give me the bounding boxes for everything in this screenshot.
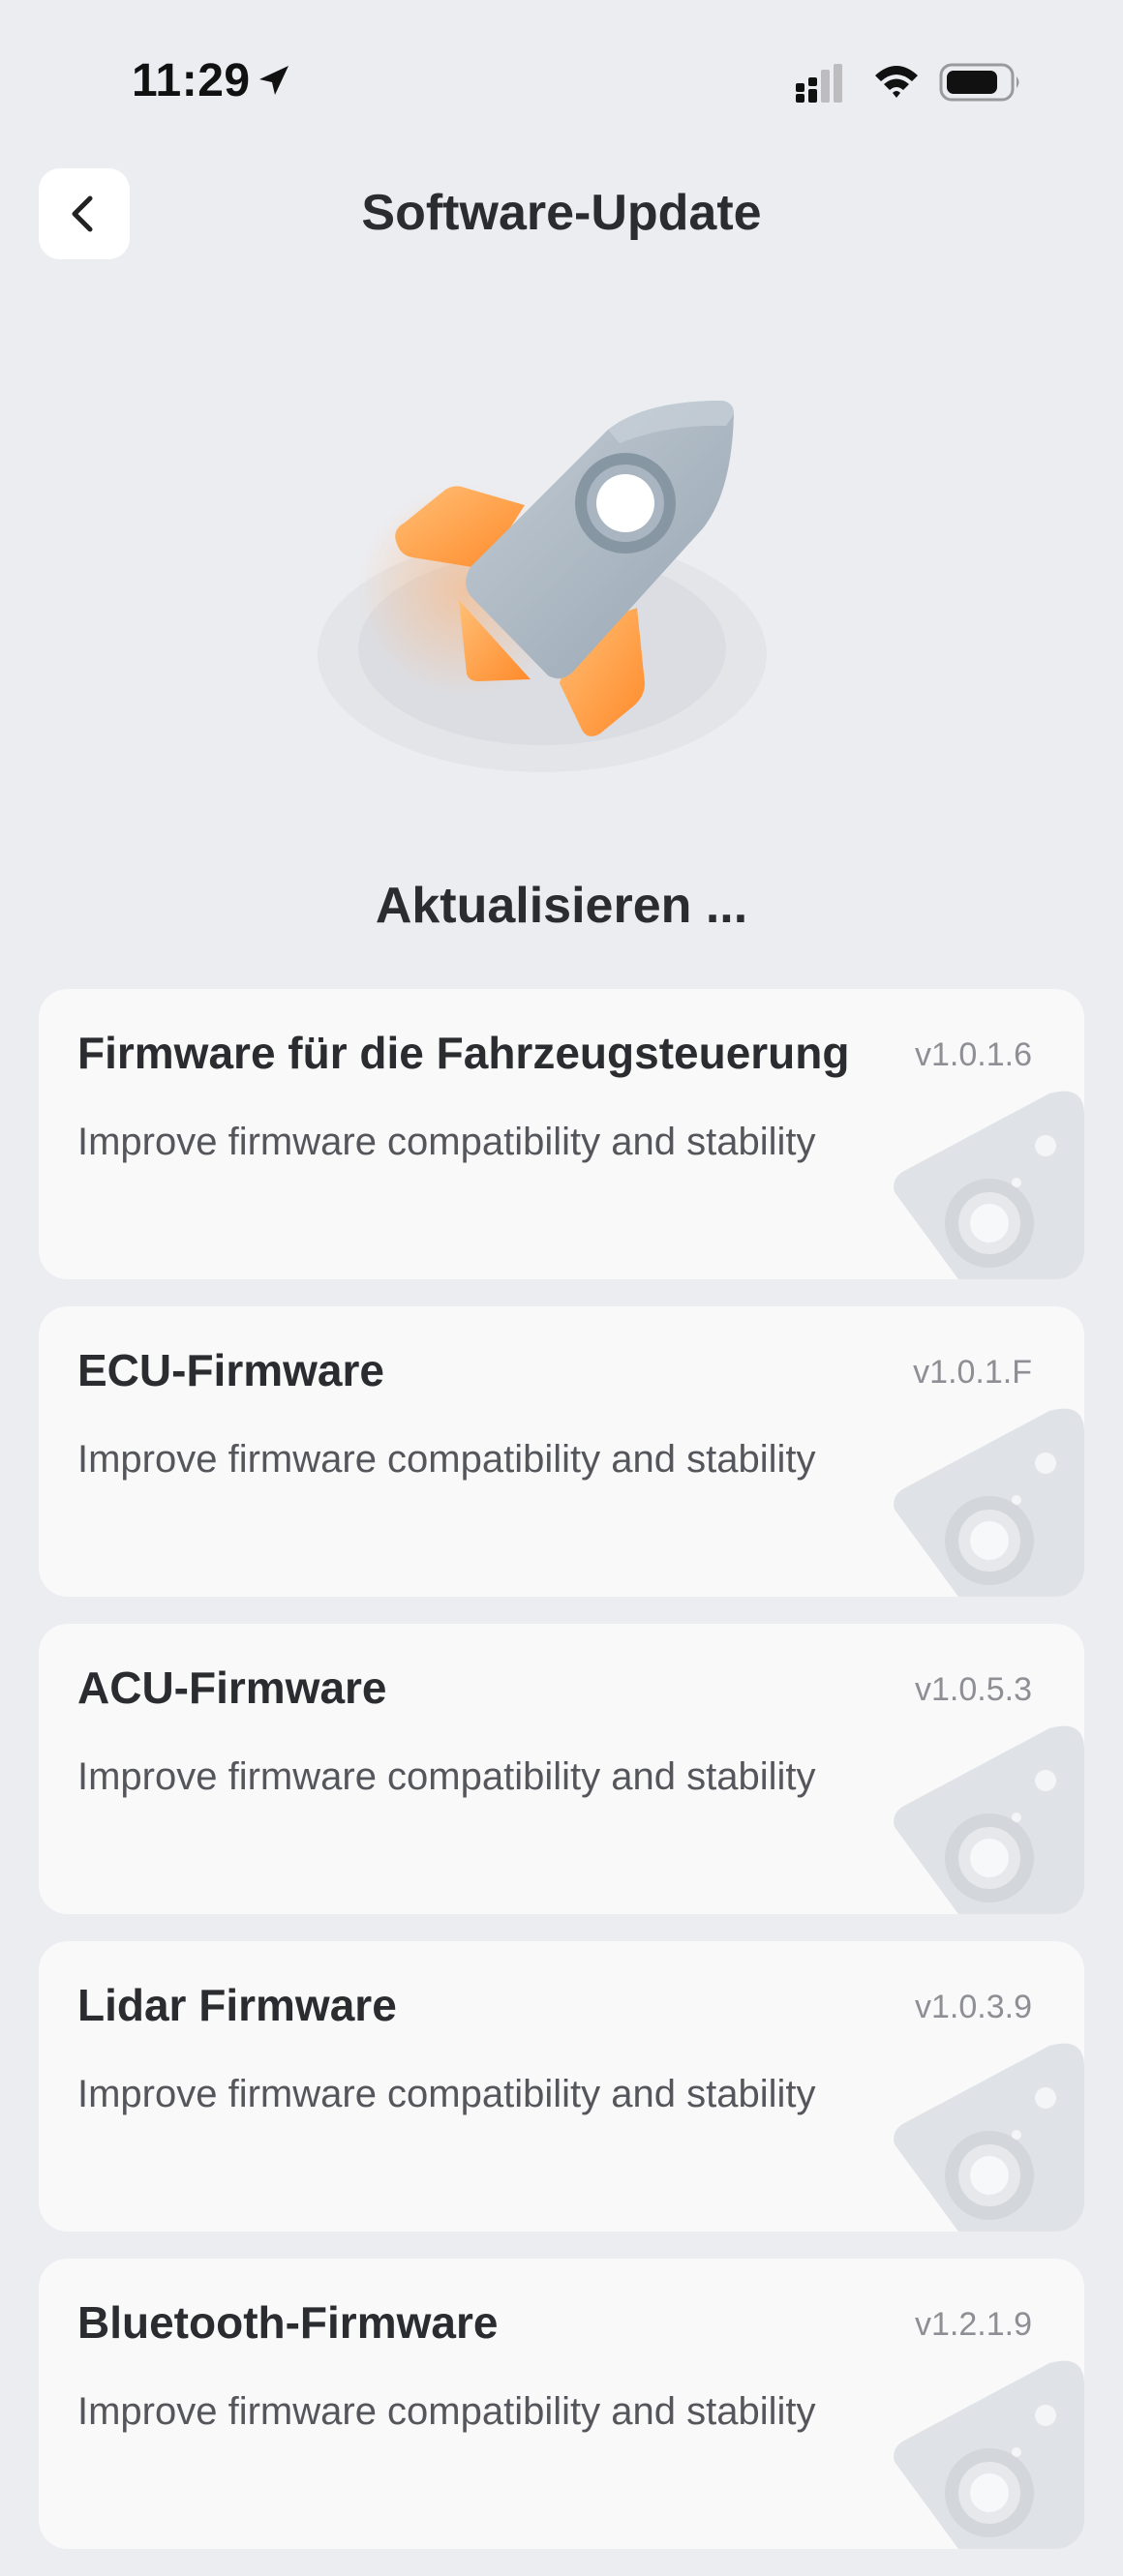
firmware-description: Improve firmware compatibility and stabi… bbox=[77, 1438, 816, 1481]
firmware-card[interactable]: Bluetooth-Firmware v1.2.1.9 Improve firm… bbox=[39, 2259, 1084, 2549]
firmware-description: Improve firmware compatibility and stabi… bbox=[77, 2390, 816, 2433]
firmware-card[interactable]: ACU-Firmware v1.0.5.3 Improve firmware c… bbox=[39, 1624, 1084, 1914]
firmware-description: Improve firmware compatibility and stabi… bbox=[77, 1755, 816, 1798]
firmware-version: v1.0.3.9 bbox=[915, 1989, 1032, 2025]
device-sensor-icon bbox=[894, 2360, 1084, 2549]
location-arrow-icon bbox=[259, 66, 288, 95]
status-time: 11:29 bbox=[132, 55, 251, 106]
device-sensor-icon bbox=[894, 1091, 1084, 1279]
firmware-card[interactable]: Lidar Firmware v1.0.3.9 Improve firmware… bbox=[39, 1941, 1084, 2232]
firmware-card[interactable]: Firmware für die Fahrzeugsteuerung v1.0.… bbox=[39, 989, 1084, 1279]
firmware-name: Lidar Firmware bbox=[77, 1980, 397, 2030]
firmware-description: Improve firmware compatibility and stabi… bbox=[77, 1121, 816, 1163]
firmware-card[interactable]: ECU-Firmware v1.0.1.F Improve firmware c… bbox=[39, 1306, 1084, 1597]
wifi-icon bbox=[875, 66, 918, 98]
device-sensor-icon bbox=[894, 1725, 1084, 1914]
firmware-list: Firmware für die Fahrzeugsteuerung v1.0.… bbox=[39, 989, 1084, 2576]
firmware-version: v1.0.5.3 bbox=[915, 1671, 1032, 1708]
device-sensor-icon bbox=[894, 2043, 1084, 2232]
rocket-icon bbox=[318, 401, 767, 772]
firmware-version: v1.2.1.9 bbox=[915, 2306, 1032, 2343]
firmware-version: v1.0.1.6 bbox=[915, 1036, 1032, 1073]
status-bar: 11:29 bbox=[0, 0, 1123, 165]
page-title: Software-Update bbox=[361, 185, 762, 241]
firmware-description: Improve firmware compatibility and stabi… bbox=[77, 2073, 816, 2115]
device-sensor-icon bbox=[894, 1408, 1084, 1597]
cellular-signal-icon bbox=[796, 64, 842, 103]
firmware-version: v1.0.1.F bbox=[913, 1354, 1032, 1391]
firmware-name: Bluetooth-Firmware bbox=[77, 2297, 499, 2348]
firmware-name: Firmware für die Fahrzeugsteuerung bbox=[77, 1028, 850, 1078]
firmware-name: ECU-Firmware bbox=[77, 1345, 384, 1395]
update-status-text: Aktualisieren ... bbox=[375, 878, 748, 934]
battery-icon bbox=[939, 63, 1019, 102]
firmware-name: ACU-Firmware bbox=[77, 1662, 387, 1713]
